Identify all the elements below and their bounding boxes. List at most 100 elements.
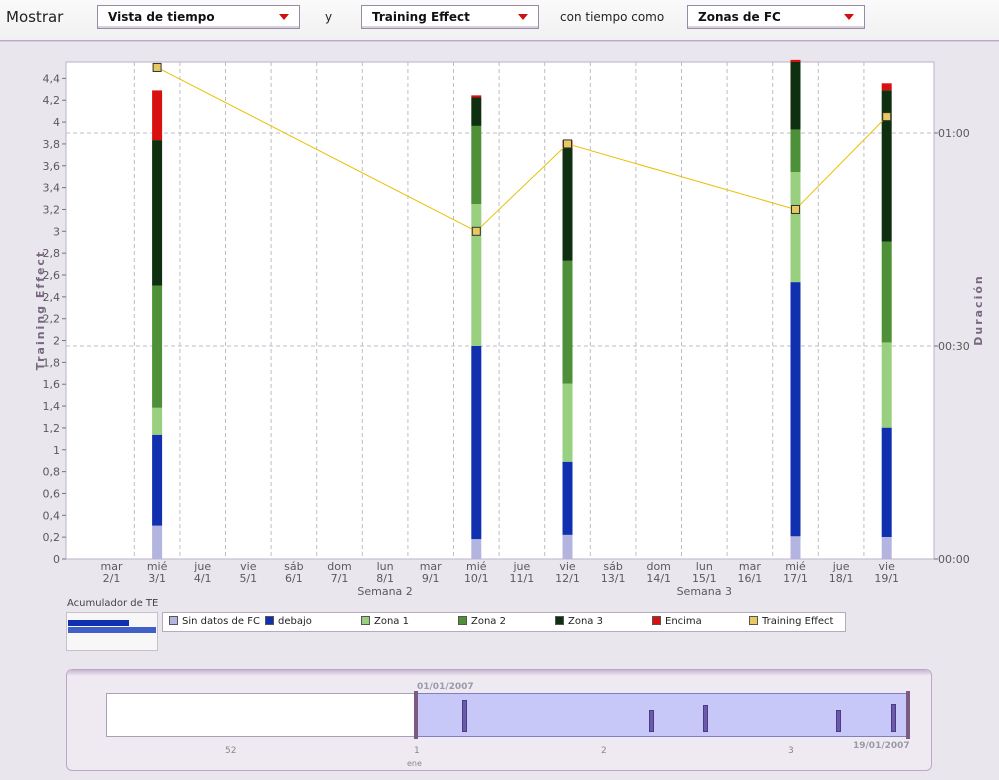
accumulator-bar-light <box>68 627 156 633</box>
accumulator-bar-dark <box>68 620 129 626</box>
legend-swatch <box>749 616 758 625</box>
navigator-start-handle[interactable] <box>414 691 418 739</box>
navigator-week-tick: 2 <box>601 746 607 756</box>
bar-segment <box>471 204 482 346</box>
legend-label: Zona 3 <box>568 616 603 627</box>
plot-area <box>65 61 935 560</box>
x-tick-date: 5/1 <box>239 572 257 585</box>
timeline-navigator[interactable]: 01/01/2007 19/01/2007 52 1 2 3 ene <box>66 669 932 771</box>
bar-segment <box>881 342 892 428</box>
y-tick-label: 0,2 <box>43 531 61 544</box>
bar-segment <box>562 147 573 261</box>
metric-dropdown[interactable]: Training Effect <box>361 5 539 29</box>
y-tick-label: 1,6 <box>43 378 61 391</box>
legend-swatch <box>265 616 274 625</box>
bar-segment <box>790 59 801 62</box>
bar-segment <box>562 260 573 384</box>
y-tick-label: 4,2 <box>43 94 61 107</box>
navigator-workout-mark <box>703 705 708 732</box>
legend-label: Sin datos de FC <box>182 616 260 627</box>
navigator-start-date: 01/01/2007 <box>417 682 474 692</box>
bar-segment <box>790 536 801 559</box>
bar-segment <box>152 434 163 526</box>
y-tick-label: 1,2 <box>43 422 61 435</box>
y-tick-label: 0,4 <box>43 509 61 522</box>
y-tick-label: 3 <box>53 225 60 238</box>
bar-segment <box>152 525 163 559</box>
x-tick-date: 14/1 <box>646 572 671 585</box>
bar-segment <box>562 461 573 535</box>
training-effect-point <box>471 226 481 236</box>
legend-item-zone2[interactable]: Zona 2 <box>458 616 506 627</box>
time-mode-dropdown-value: Zonas de FC <box>698 10 781 24</box>
legend-swatch <box>458 616 467 625</box>
training-effect-point <box>152 62 162 72</box>
metric-dropdown-value: Training Effect <box>372 10 470 24</box>
toolbar: Mostrar Vista de tiempo y Training Effec… <box>0 0 999 41</box>
x-tick-date: 10/1 <box>464 572 489 585</box>
training-effect-point <box>791 204 800 214</box>
navigator-header <box>67 670 931 676</box>
legend-label: Zona 1 <box>374 616 409 627</box>
navigator-end-handle[interactable] <box>906 691 910 739</box>
bar-segment <box>471 95 482 98</box>
legend-item-no-hr[interactable]: Sin datos de FC <box>169 616 260 627</box>
navigator-workout-mark <box>462 700 467 732</box>
y-tick-label: 3,8 <box>43 138 61 151</box>
bar-segment <box>881 241 892 343</box>
x-tick-date: 3/1 <box>148 572 166 585</box>
training-effect-point <box>882 112 892 122</box>
legend-item-zone1[interactable]: Zona 1 <box>361 616 409 627</box>
legend-item-above[interactable]: Encima <box>652 616 702 627</box>
legend-swatch <box>169 616 178 625</box>
y-tick-label: 1 <box>53 444 60 457</box>
time-mode-dropdown[interactable]: Zonas de FC <box>687 5 865 29</box>
x-tick-date: 15/1 <box>692 572 717 585</box>
chevron-down-icon <box>279 14 289 20</box>
legend-item-training-effect[interactable]: Training Effect <box>749 616 833 627</box>
legend-item-below[interactable]: debajo <box>265 616 312 627</box>
bar-segment <box>790 62 801 130</box>
y-right-tick-label: 00:00 <box>938 553 970 566</box>
legend-label: Training Effect <box>762 616 834 627</box>
x-tick-date: 7/1 <box>331 572 349 585</box>
x-tick-date: 18/1 <box>829 572 854 585</box>
training-effect-point <box>563 139 572 149</box>
legend-swatch <box>652 616 661 625</box>
accumulator-label: Acumulador de TE <box>67 598 159 609</box>
bar-segment <box>152 285 163 408</box>
y-tick-label: 1,4 <box>43 400 61 413</box>
x-tick-date: 16/1 <box>738 572 763 585</box>
x-axis: mar2/1mié3/1jue4/1vie5/1sáb6/1dom7/1lun8… <box>101 560 900 598</box>
x-tick-date: 2/1 <box>103 572 121 585</box>
view-dropdown-value: Vista de tiempo <box>108 10 215 24</box>
y-axis-right: 00:00 00:30 01:00 <box>934 127 970 566</box>
y-tick-label: 0,8 <box>43 466 61 479</box>
y-tick-label: 4 <box>53 116 60 129</box>
accumulator-box <box>66 612 158 651</box>
bar-segment <box>152 90 163 141</box>
x-tick-date: 11/1 <box>510 572 535 585</box>
bar-segment <box>152 407 163 435</box>
chevron-down-icon <box>518 14 528 20</box>
x-week-label: Semana 2 <box>357 585 412 598</box>
bar-segment <box>562 383 573 462</box>
bar-segment <box>790 282 801 537</box>
bar-segment <box>881 83 892 91</box>
navigator-week-tick: 1 <box>414 746 420 756</box>
y-axis-left-title: Training Effect <box>34 250 47 370</box>
view-dropdown[interactable]: Vista de tiempo <box>97 5 300 29</box>
y-right-tick-label: 00:30 <box>938 340 970 353</box>
bar-segment <box>471 97 482 126</box>
y-tick-label: 0,6 <box>43 487 61 500</box>
legend-label: Encima <box>665 616 702 627</box>
training-chart[interactable]: 00,20,40,60,811,21,41,61,822,22,42,62,83… <box>0 40 999 602</box>
legend-swatch <box>361 616 370 625</box>
bar-segment <box>790 129 801 173</box>
bar-segment <box>562 534 573 559</box>
x-tick-date: 13/1 <box>601 572 626 585</box>
bar-segment <box>152 140 163 286</box>
x-tick-date: 8/1 <box>376 572 394 585</box>
legend-item-zone3[interactable]: Zona 3 <box>555 616 603 627</box>
x-tick-date: 4/1 <box>194 572 212 585</box>
